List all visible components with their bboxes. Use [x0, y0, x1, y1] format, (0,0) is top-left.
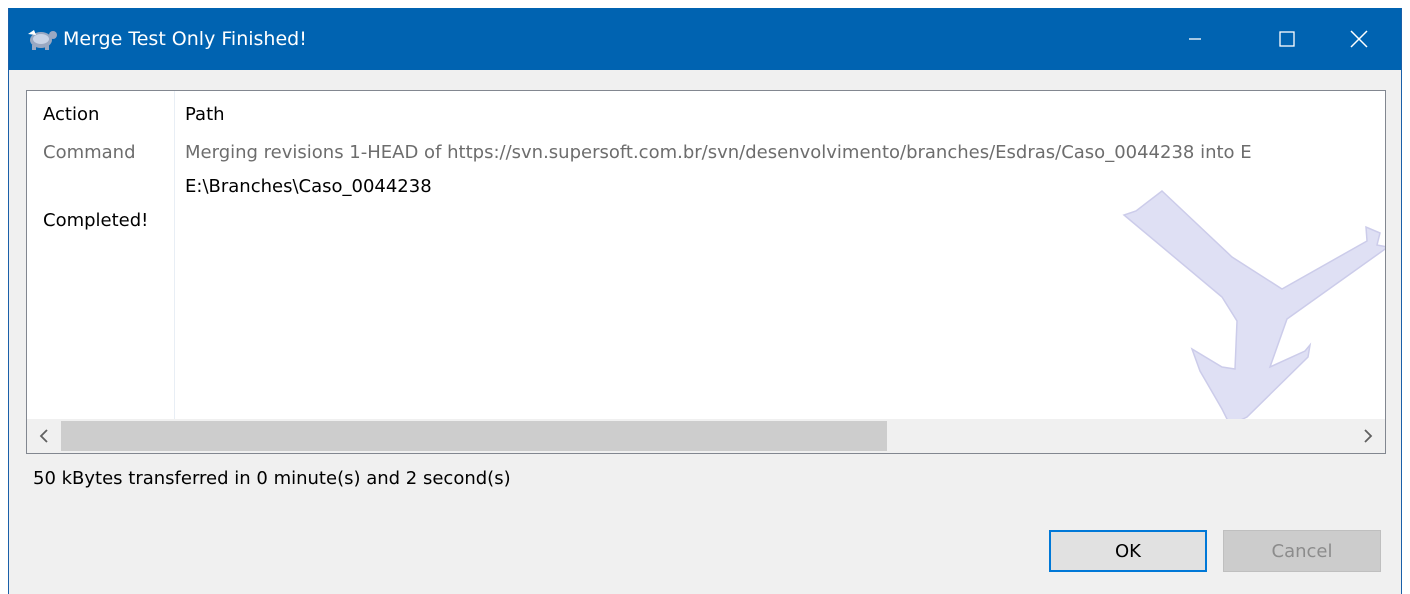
title-bar[interactable]: Merge Test Only Finished!	[9, 8, 1401, 70]
maximize-icon	[1279, 31, 1295, 47]
horizontal-scrollbar[interactable]	[27, 419, 1385, 453]
scroll-thumb[interactable]	[61, 421, 887, 451]
row-action-command[interactable]: Command	[43, 141, 136, 165]
transfer-status-text: 50 kBytes transferred in 0 minute(s) and…	[33, 468, 511, 489]
ok-button[interactable]: OK	[1049, 530, 1207, 572]
minimize-icon	[1189, 38, 1201, 40]
close-button[interactable]	[1315, 8, 1403, 70]
scroll-right-button[interactable]	[1351, 419, 1385, 453]
column-divider	[174, 91, 175, 419]
merge-arrow-watermark-icon	[1122, 190, 1385, 426]
row-path-command[interactable]: Merging revisions 1-HEAD of https://svn.…	[185, 141, 1252, 165]
scroll-left-button[interactable]	[27, 419, 61, 453]
merge-log-list[interactable]: Action Path Command Merging revisions 1-…	[26, 90, 1386, 454]
column-header-path[interactable]: Path	[185, 103, 225, 127]
minimize-button[interactable]	[1149, 8, 1241, 70]
row-path-target[interactable]: E:\Branches\Caso_0044238	[185, 175, 432, 199]
chevron-right-icon	[1364, 429, 1373, 443]
close-icon	[1350, 30, 1368, 48]
cancel-button[interactable]: Cancel	[1223, 530, 1381, 572]
chevron-left-icon	[39, 429, 48, 443]
row-action-completed[interactable]: Completed!	[43, 209, 148, 233]
window-title: Merge Test Only Finished!	[63, 28, 307, 50]
tortoise-icon	[28, 30, 57, 50]
column-header-action[interactable]: Action	[43, 103, 99, 127]
merge-dialog: Merge Test Only Finished! Action Path Co…	[8, 8, 1402, 594]
